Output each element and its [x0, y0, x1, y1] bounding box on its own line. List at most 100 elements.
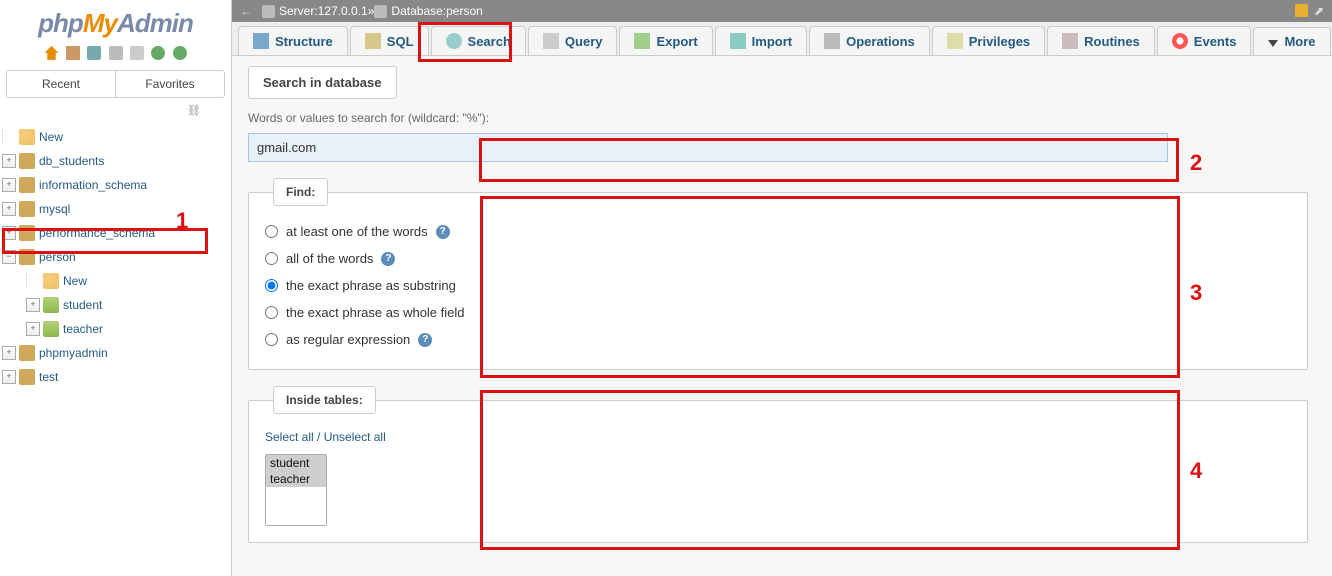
find-opt-atleast[interactable]: at least one of the words	[265, 218, 1291, 245]
tree-phpmyadmin[interactable]: phpmyadmin	[2, 341, 229, 365]
tree-person-student[interactable]: student	[2, 293, 229, 317]
tab-events[interactable]: Events	[1157, 26, 1252, 55]
tab-export[interactable]: Export	[619, 26, 712, 55]
tree-test[interactable]: test	[2, 365, 229, 389]
table-option-student[interactable]: student	[266, 455, 326, 471]
breadcrumb-bar: ← Server: 127.0.0.1 » Database: person ⬈	[232, 0, 1332, 22]
search-icon	[446, 33, 462, 49]
expand-icon[interactable]	[2, 154, 16, 168]
database-icon	[19, 225, 35, 241]
chevron-down-icon	[1268, 40, 1278, 47]
operations-icon	[824, 33, 840, 49]
home-icon[interactable]	[44, 46, 58, 60]
gear-icon[interactable]	[151, 46, 165, 60]
overlay-icon[interactable]: ⬈	[1314, 4, 1324, 18]
radio-exact-sub[interactable]	[265, 279, 278, 292]
server-label: Server:	[279, 4, 318, 18]
tab-structure[interactable]: Structure	[238, 26, 348, 55]
table-option-teacher[interactable]: teacher	[266, 471, 326, 487]
expand-icon[interactable]	[2, 178, 16, 192]
tab-query[interactable]: Query	[528, 26, 618, 55]
find-fieldset: Find: at least one of the words all of t…	[248, 178, 1308, 370]
database-icon	[19, 201, 35, 217]
structure-icon	[253, 33, 269, 49]
new-icon	[43, 273, 59, 289]
tab-sql[interactable]: SQL	[350, 26, 429, 55]
routines-icon	[1062, 33, 1078, 49]
database-icon	[19, 177, 35, 193]
logout-icon[interactable]	[66, 46, 80, 60]
tab-import[interactable]: Import	[715, 26, 807, 55]
tree-person-new[interactable]: New	[2, 269, 229, 293]
find-opt-exact-whole[interactable]: the exact phrase as whole field	[265, 299, 1291, 326]
table-icon	[43, 297, 59, 313]
breadcrumb-sep: »	[368, 4, 375, 18]
panel-title: Search in database	[248, 66, 397, 99]
expand-icon[interactable]	[2, 346, 16, 360]
reload-icon[interactable]	[130, 46, 144, 60]
help-icon[interactable]	[418, 333, 432, 347]
database-icon	[374, 5, 387, 18]
sidebar-tab-recent[interactable]: Recent	[7, 71, 116, 97]
server-icon	[262, 5, 275, 18]
events-icon	[1172, 33, 1188, 49]
expand-icon[interactable]	[2, 370, 16, 384]
settings-icon[interactable]	[109, 46, 123, 60]
link-icon[interactable]: ⛓	[0, 102, 231, 121]
tab-privileges[interactable]: Privileges	[932, 26, 1045, 55]
server-link[interactable]: 127.0.0.1	[318, 4, 368, 18]
tree-performance-schema[interactable]: performance_schema	[2, 221, 229, 245]
collapse-icon[interactable]	[2, 250, 16, 264]
db-tree: New db_students information_schema mysql…	[0, 121, 231, 393]
sidebar-tab-favorites[interactable]: Favorites	[116, 71, 224, 97]
tree-new[interactable]: New	[2, 125, 229, 149]
db-label: Database:	[391, 4, 446, 18]
search-input[interactable]	[248, 133, 1168, 162]
expand-icon[interactable]	[2, 202, 16, 216]
select-all-link[interactable]: Select all	[265, 430, 314, 444]
logo-toolbar	[0, 43, 231, 66]
tree-person[interactable]: person	[2, 245, 229, 269]
back-icon[interactable]: ←	[240, 4, 252, 18]
radio-exact-whole[interactable]	[265, 306, 278, 319]
db-link[interactable]: person	[446, 4, 483, 18]
privileges-icon	[947, 33, 963, 49]
search-hint: Words or values to search for (wildcard:…	[248, 111, 1316, 125]
inside-legend: Inside tables:	[273, 386, 376, 414]
database-icon	[19, 153, 35, 169]
expand-icon[interactable]	[26, 298, 40, 312]
radio-regex[interactable]	[265, 333, 278, 346]
expand-icon[interactable]	[26, 322, 40, 336]
help-icon[interactable]	[381, 252, 395, 266]
find-opt-exact-sub[interactable]: the exact phrase as substring	[265, 272, 1291, 299]
lock-icon[interactable]	[1295, 4, 1308, 17]
docs-icon[interactable]	[87, 46, 101, 60]
tables-select[interactable]: student teacher	[265, 454, 327, 526]
help-icon[interactable]	[436, 225, 450, 239]
radio-all[interactable]	[265, 252, 278, 265]
tree-mysql[interactable]: mysql	[2, 197, 229, 221]
logo[interactable]: phpMyAdmin	[0, 0, 231, 43]
tree-information-schema[interactable]: information_schema	[2, 173, 229, 197]
tab-routines[interactable]: Routines	[1047, 26, 1155, 55]
export-icon	[634, 33, 650, 49]
tab-search[interactable]: Search	[431, 26, 526, 55]
content: Search in database Words or values to se…	[232, 56, 1332, 553]
radio-atleast[interactable]	[265, 225, 278, 238]
main: ← Server: 127.0.0.1 » Database: person ⬈…	[232, 0, 1332, 576]
find-opt-regex[interactable]: as regular expression	[265, 326, 1291, 353]
expand-icon[interactable]	[2, 226, 16, 240]
database-icon	[19, 249, 35, 265]
find-opt-all[interactable]: all of the words	[265, 245, 1291, 272]
tree-db-students[interactable]: db_students	[2, 149, 229, 173]
query-icon	[543, 33, 559, 49]
table-icon	[43, 321, 59, 337]
new-icon	[19, 129, 35, 145]
import-icon	[730, 33, 746, 49]
tab-operations[interactable]: Operations	[809, 26, 930, 55]
refresh-icon[interactable]	[173, 46, 187, 60]
database-icon	[19, 345, 35, 361]
tab-more[interactable]: More	[1253, 27, 1330, 55]
unselect-all-link[interactable]: Unselect all	[324, 430, 386, 444]
tree-person-teacher[interactable]: teacher	[2, 317, 229, 341]
